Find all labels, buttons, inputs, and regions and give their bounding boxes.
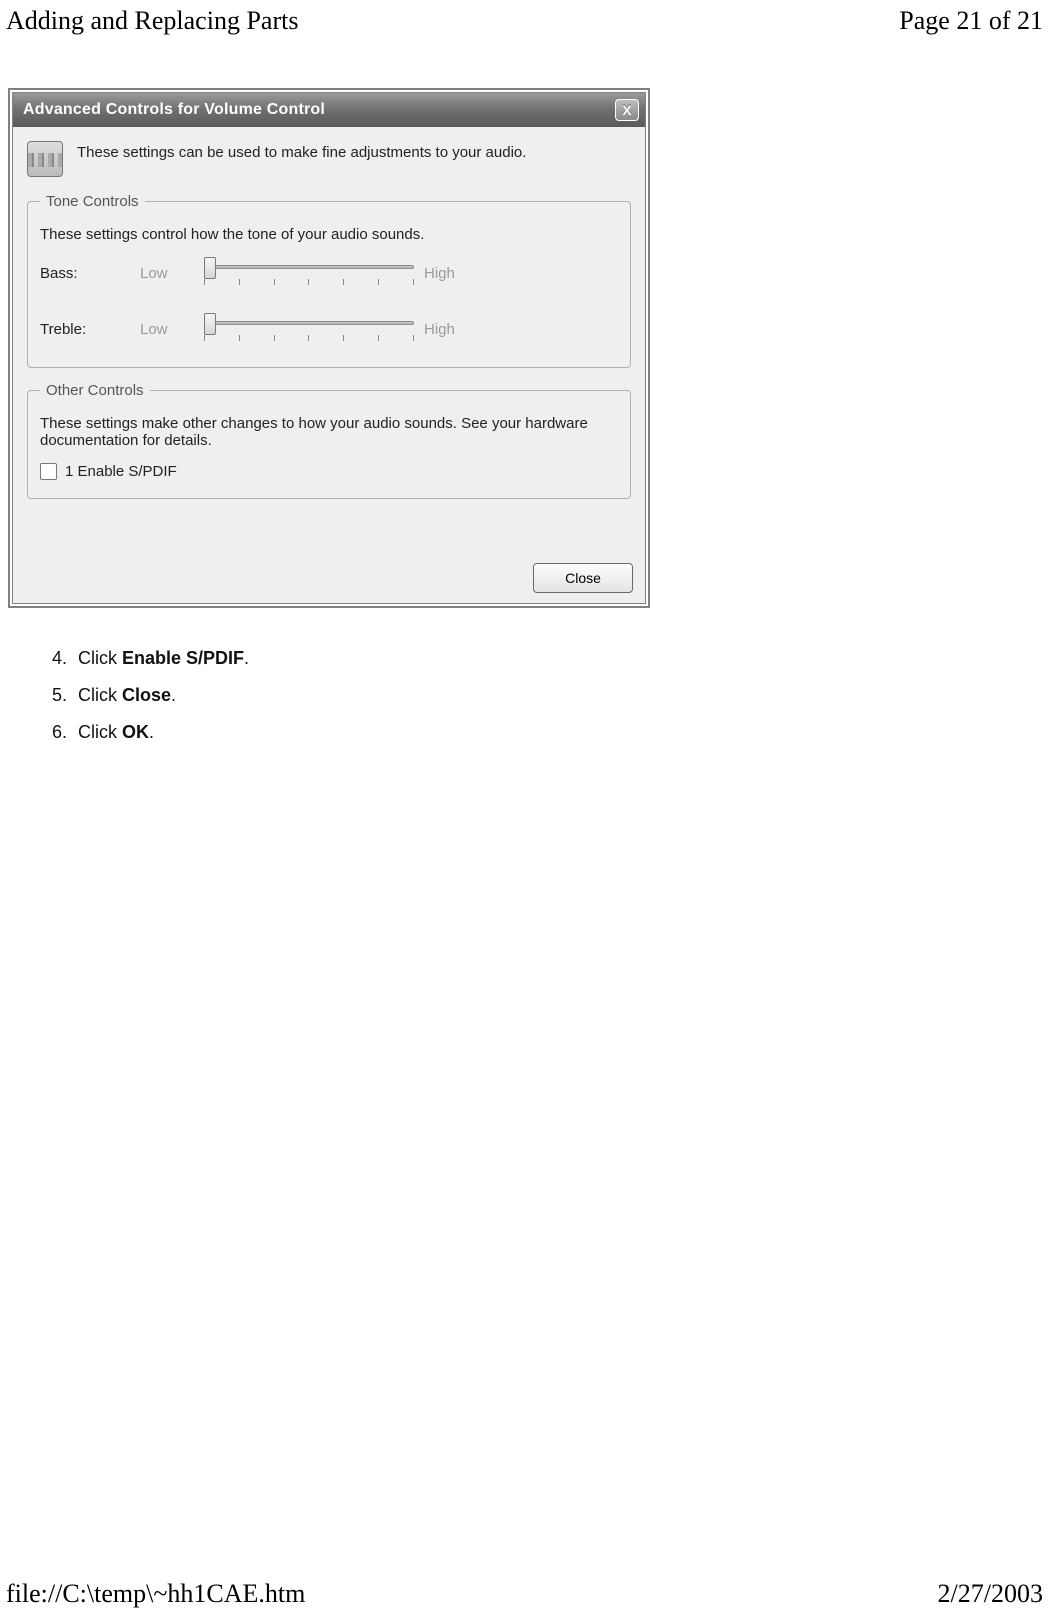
enable-spdif-label: 1 Enable S/PDIF: [65, 463, 177, 480]
bass-low-label: Low: [140, 265, 194, 282]
instruction-step-bold: Close: [122, 685, 171, 705]
dialog-intro-text: These settings can be used to make fine …: [77, 141, 631, 163]
treble-slider[interactable]: [204, 313, 414, 345]
tone-controls-legend: Tone Controls: [40, 193, 145, 210]
mixer-icon: [27, 141, 63, 177]
instruction-step-bold: OK: [122, 722, 149, 742]
instruction-step: Click Close.: [72, 677, 1019, 714]
other-controls-description: These settings make other changes to how…: [40, 415, 618, 449]
dialog-titlebar: Advanced Controls for Volume Control X: [13, 93, 645, 127]
page-footer-path: file://C:\temp\~hh1CAE.htm: [6, 1579, 305, 1609]
bass-label: Bass:: [40, 265, 130, 282]
tone-controls-group: Tone Controls These settings control how…: [27, 193, 631, 368]
page-footer-date: 2/27/2003: [938, 1579, 1043, 1609]
tone-controls-description: These settings control how the tone of y…: [40, 226, 618, 243]
other-controls-group: Other Controls These settings make other…: [27, 382, 631, 499]
page-header-page-number: Page 21 of 21: [899, 6, 1043, 36]
other-controls-legend: Other Controls: [40, 382, 150, 399]
bass-slider[interactable]: [204, 257, 414, 289]
enable-spdif-checkbox[interactable]: [40, 463, 57, 480]
instruction-step-bold: Enable S/PDIF: [122, 648, 244, 668]
page-header-title: Adding and Replacing Parts: [6, 6, 298, 36]
instruction-step: Click Enable S/PDIF.: [72, 640, 1019, 677]
close-button[interactable]: Close: [533, 563, 633, 593]
treble-high-label: High: [424, 321, 478, 338]
dialog-title: Advanced Controls for Volume Control: [23, 101, 615, 119]
treble-low-label: Low: [140, 321, 194, 338]
close-icon[interactable]: X: [615, 99, 639, 121]
dialog-screenshot-figure: Advanced Controls for Volume Control X T…: [8, 88, 650, 608]
bass-high-label: High: [424, 265, 478, 282]
advanced-controls-dialog: Advanced Controls for Volume Control X T…: [12, 92, 646, 604]
instruction-step: Click OK.: [72, 714, 1019, 751]
treble-label: Treble:: [40, 321, 130, 338]
instruction-steps: Click Enable S/PDIF.Click Close.Click OK…: [30, 640, 1019, 751]
